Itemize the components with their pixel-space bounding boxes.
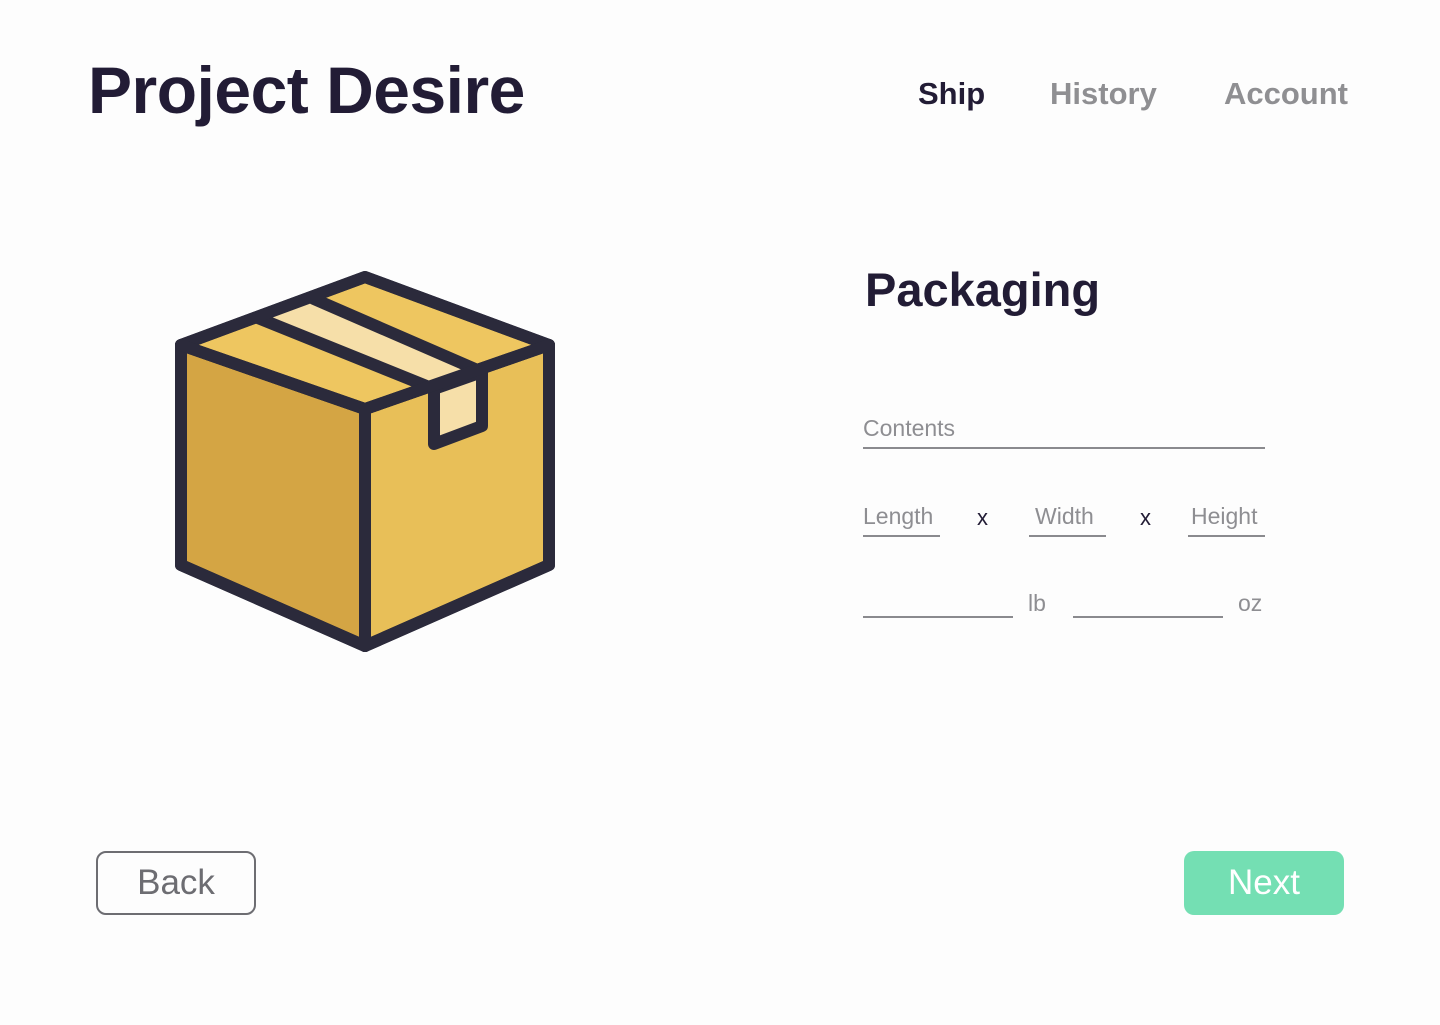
width-input[interactable] [1035,503,1106,530]
top-nav: Ship History Account [0,76,1440,116]
nav-item-history[interactable]: History [1050,76,1157,112]
dimension-separator: x [1140,505,1151,530]
nav-item-account[interactable]: Account [1224,76,1348,112]
height-field [1188,502,1265,537]
pounds-field [863,590,1013,618]
ounces-input[interactable] [1073,591,1223,618]
dimension-separator: x [977,505,988,530]
length-field [863,502,940,537]
length-input[interactable] [863,503,940,530]
contents-input[interactable] [863,415,1265,442]
contents-field [863,414,1265,449]
ounces-field [1073,590,1223,618]
height-input[interactable] [1191,503,1265,530]
section-title: Packaging [865,263,1101,316]
pounds-input[interactable] [863,591,1013,618]
pounds-unit-label: lb [1028,590,1046,616]
width-field [1029,502,1106,537]
ounces-unit-label: oz [1238,590,1263,616]
back-button[interactable]: Back [96,851,256,915]
nav-item-ship[interactable]: Ship [918,76,985,112]
next-button[interactable]: Next [1184,851,1344,915]
package-box-icon [172,268,558,654]
